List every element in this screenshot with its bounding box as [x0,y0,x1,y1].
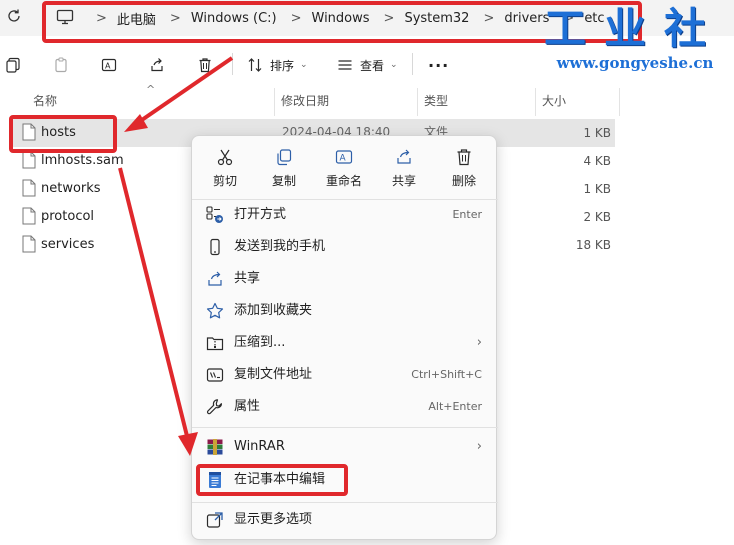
arrow-head-icon [178,432,198,456]
annotation-arrows [118,56,234,456]
arrow-to-notepad [118,167,190,441]
arrow-to-hosts [134,56,234,126]
